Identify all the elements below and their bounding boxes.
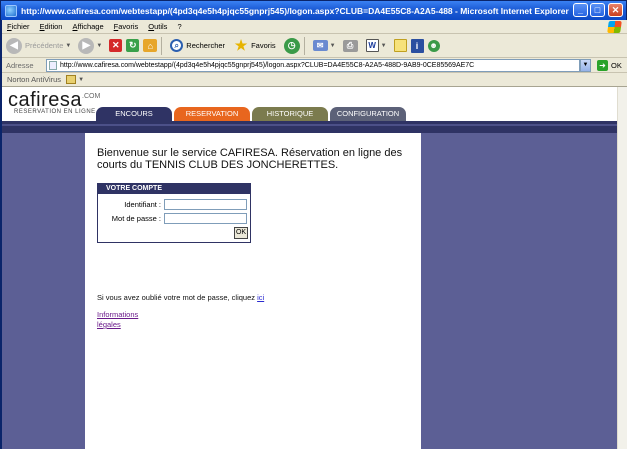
scrollbar[interactable] [617,87,627,449]
notes-icon [393,39,407,52]
print-button[interactable]: ⎙ [342,36,358,56]
norton-toolbar: Norton AntiVirus ▼ [2,73,627,87]
site-tabs: ENCOURS RESERVATION HISTORIQUE CONFIGURA… [96,107,408,121]
menu-edition[interactable]: Edition [35,22,68,31]
logo-tagline: RESERVATION EN LIGNE [14,109,96,115]
norton-label: Norton AntiVirus [7,75,62,84]
ie-icon [5,4,17,17]
menu-fichier[interactable]: Fichier [2,22,35,31]
go-button[interactable]: ➜ OK [597,59,622,71]
back-label: Précédente [25,41,64,50]
search-label: Rechercher [186,41,226,50]
identifiant-label: Identifiant : [124,199,161,209]
page-viewport: cafiresa.COM RESERVATION EN LIGNE ENCOUR… [2,87,627,449]
go-label: OK [611,60,622,70]
cafiresa-logo: cafiresa.COM RESERVATION EN LIGNE [8,89,100,115]
forward-arrow-icon: ▶ [78,37,95,54]
home-icon: ⌂ [143,39,158,52]
account-box-title: VOTRE COMPTE [98,184,250,194]
window-title: http://www.cafiresa.com/webtestapp/(4pd3… [21,5,569,16]
history-button[interactable]: ◷ [283,36,300,56]
menu-bar: Fichier Edition Affichage Favoris Outils… [2,20,627,34]
welcome-text: Bienvenue sur le service CAFIRESA. Réser… [97,147,403,171]
tab-historique[interactable]: HISTORIQUE [252,107,328,121]
address-label: Adresse [6,60,34,70]
identifiant-row: Identifiant : [98,198,250,210]
back-button[interactable]: ◀ Précédente ▼ [6,36,74,56]
mail-icon: ✉ [312,40,328,51]
toolbar-separator [161,36,163,55]
favorites-button[interactable]: ★ Favoris [233,36,276,56]
back-arrow-icon: ◀ [6,37,22,54]
toolbar: ◀ Précédente ▼ ▶ ▼ ✕ ↻ ⌂ ⌕ Rechercher ★ … [2,34,627,58]
search-icon: ⌕ [170,39,184,52]
messenger-icon: ☻ [427,39,440,52]
password-label: Mot de passe : [111,213,161,223]
close-button[interactable]: ✕ [608,3,623,17]
mail-dropdown-icon[interactable]: ▼ [330,43,336,49]
messenger-button[interactable]: ☻ [427,36,440,56]
logo-com: .COM [82,93,101,100]
password-row: Mot de passe : [98,212,250,224]
toolbar-separator [303,36,305,55]
stop-button[interactable]: ✕ [109,36,123,56]
go-arrow-icon: ➜ [597,59,608,71]
forward-button[interactable]: ▶ ▼ [78,36,105,56]
nav-stripe [2,124,617,126]
logo-name: cafiresa [8,89,83,111]
menu-affichage[interactable]: Affichage [67,22,108,31]
info-icon: i [410,38,424,53]
favorites-label: Favoris [251,41,276,50]
tab-encours[interactable]: ENCOURS [96,107,172,121]
forgot-password-text: Si vous avez oublié votre mot de passe, … [97,293,264,302]
tab-configuration[interactable]: CONFIGURATION [330,107,406,121]
word-icon: W [365,39,379,52]
address-input[interactable]: http://www.cafiresa.com/webtestapp/(4pd3… [46,58,580,72]
menu-help[interactable]: ? [172,22,186,31]
search-button[interactable]: ⌕ Rechercher [170,36,225,56]
research-button[interactable]: i [410,36,424,56]
legal-info-link[interactable]: Informations légales [97,310,157,330]
nav-band [2,121,617,133]
back-dropdown-icon[interactable]: ▼ [65,43,71,49]
maximize-button[interactable]: □ [590,3,605,17]
edit-button[interactable]: W ▼ [365,36,390,56]
printer-icon: ⎙ [342,39,358,52]
tab-reservation[interactable]: RESERVATION [174,107,250,121]
browser-window: http://www.cafiresa.com/webtestapp/(4pd3… [0,0,627,449]
menu-outils[interactable]: Outils [143,22,172,31]
account-box: VOTRE COMPTE Identifiant : Mot de passe … [97,183,251,243]
password-input[interactable] [164,212,247,224]
home-button[interactable]: ⌂ [143,36,158,56]
refresh-icon: ↻ [126,39,140,52]
minimize-button[interactable]: _ [573,3,588,17]
windows-logo-icon [607,21,622,33]
norton-icon[interactable] [66,75,77,84]
page-icon [49,60,57,70]
star-icon: ★ [234,37,248,53]
mail-button[interactable]: ✉ ▼ [312,36,339,56]
ok-button[interactable]: OK [234,227,248,239]
stop-icon: ✕ [109,39,123,52]
menu-favoris[interactable]: Favoris [109,22,144,31]
address-bar: Adresse http://www.cafiresa.com/webtesta… [2,58,627,73]
title-bar[interactable]: http://www.cafiresa.com/webtestapp/(4pd3… [1,1,626,20]
history-icon: ◷ [283,37,300,54]
identifiant-input[interactable] [164,198,247,210]
edit-dropdown-icon[interactable]: ▼ [381,43,387,49]
norton-dropdown-icon[interactable]: ▼ [78,77,84,83]
content-panel: Bienvenue sur le service CAFIRESA. Réser… [85,133,421,449]
address-url: http://www.cafiresa.com/webtestapp/(4pd3… [60,61,475,69]
discuss-button[interactable] [393,36,407,56]
site-header: cafiresa.COM RESERVATION EN LIGNE ENCOUR… [2,87,617,121]
address-dropdown-button[interactable]: ▼ [580,58,591,72]
forgot-password-link[interactable]: ici [257,293,264,302]
refresh-button[interactable]: ↻ [126,36,140,56]
forward-dropdown-icon[interactable]: ▼ [96,43,102,49]
forgot-password-label: Si vous avez oublié votre mot de passe, … [97,293,258,302]
